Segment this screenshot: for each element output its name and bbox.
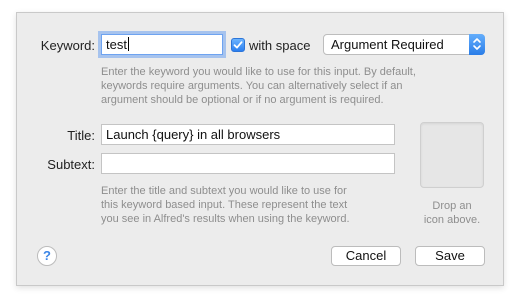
with-space-label[interactable]: with space xyxy=(249,38,310,53)
title-label: Title: xyxy=(67,128,95,143)
save-button[interactable]: Save xyxy=(415,246,485,266)
icon-drop-well[interactable] xyxy=(420,122,484,188)
title-hint-line: this keyword based input. These represen… xyxy=(101,199,348,211)
keyword-value: test xyxy=(106,37,127,52)
help-icon: ? xyxy=(43,248,51,263)
icon-drop-caption-line: Drop an xyxy=(432,200,472,212)
checkmark-icon xyxy=(233,41,243,49)
keyword-label: Keyword: xyxy=(40,38,95,53)
argument-popup[interactable]: Argument Required xyxy=(323,34,485,55)
cancel-button[interactable]: Cancel xyxy=(331,246,401,266)
keyword-hint-line: keywords require arguments. You can alte… xyxy=(101,80,403,92)
keyword-input-sheet: Keyword: test with space Argument Requir… xyxy=(16,12,504,286)
title-value: Launch {query} in all browsers xyxy=(106,127,281,142)
with-space-checkbox[interactable] xyxy=(231,38,245,52)
keyword-input[interactable]: test xyxy=(101,34,223,55)
argument-popup-value: Argument Required xyxy=(331,37,444,52)
keyword-hint-line: argument should be optional or if no arg… xyxy=(101,94,384,106)
keyword-hint-line: Enter the keyword you would like to use … xyxy=(101,66,416,78)
title-hint: Enter the title and subtext you would li… xyxy=(101,184,401,226)
popup-arrows xyxy=(469,34,485,55)
save-button-label: Save xyxy=(435,248,465,263)
title-hint-line: you see in Alfred's results when using t… xyxy=(101,213,350,225)
title-hint-line: Enter the title and subtext you would li… xyxy=(101,185,347,197)
icon-drop-caption: Drop an icon above. xyxy=(411,199,493,227)
subtext-label: Subtext: xyxy=(47,157,95,172)
icon-drop-caption-line: icon above. xyxy=(423,214,481,226)
text-caret xyxy=(127,37,129,51)
keyword-hint: Enter the keyword you would like to use … xyxy=(101,65,491,107)
cancel-button-label: Cancel xyxy=(345,248,387,263)
title-input[interactable]: Launch {query} in all browsers xyxy=(101,124,395,145)
subtext-input[interactable] xyxy=(101,153,395,174)
up-down-chevron-icon xyxy=(473,38,481,50)
help-button[interactable]: ? xyxy=(37,246,57,266)
